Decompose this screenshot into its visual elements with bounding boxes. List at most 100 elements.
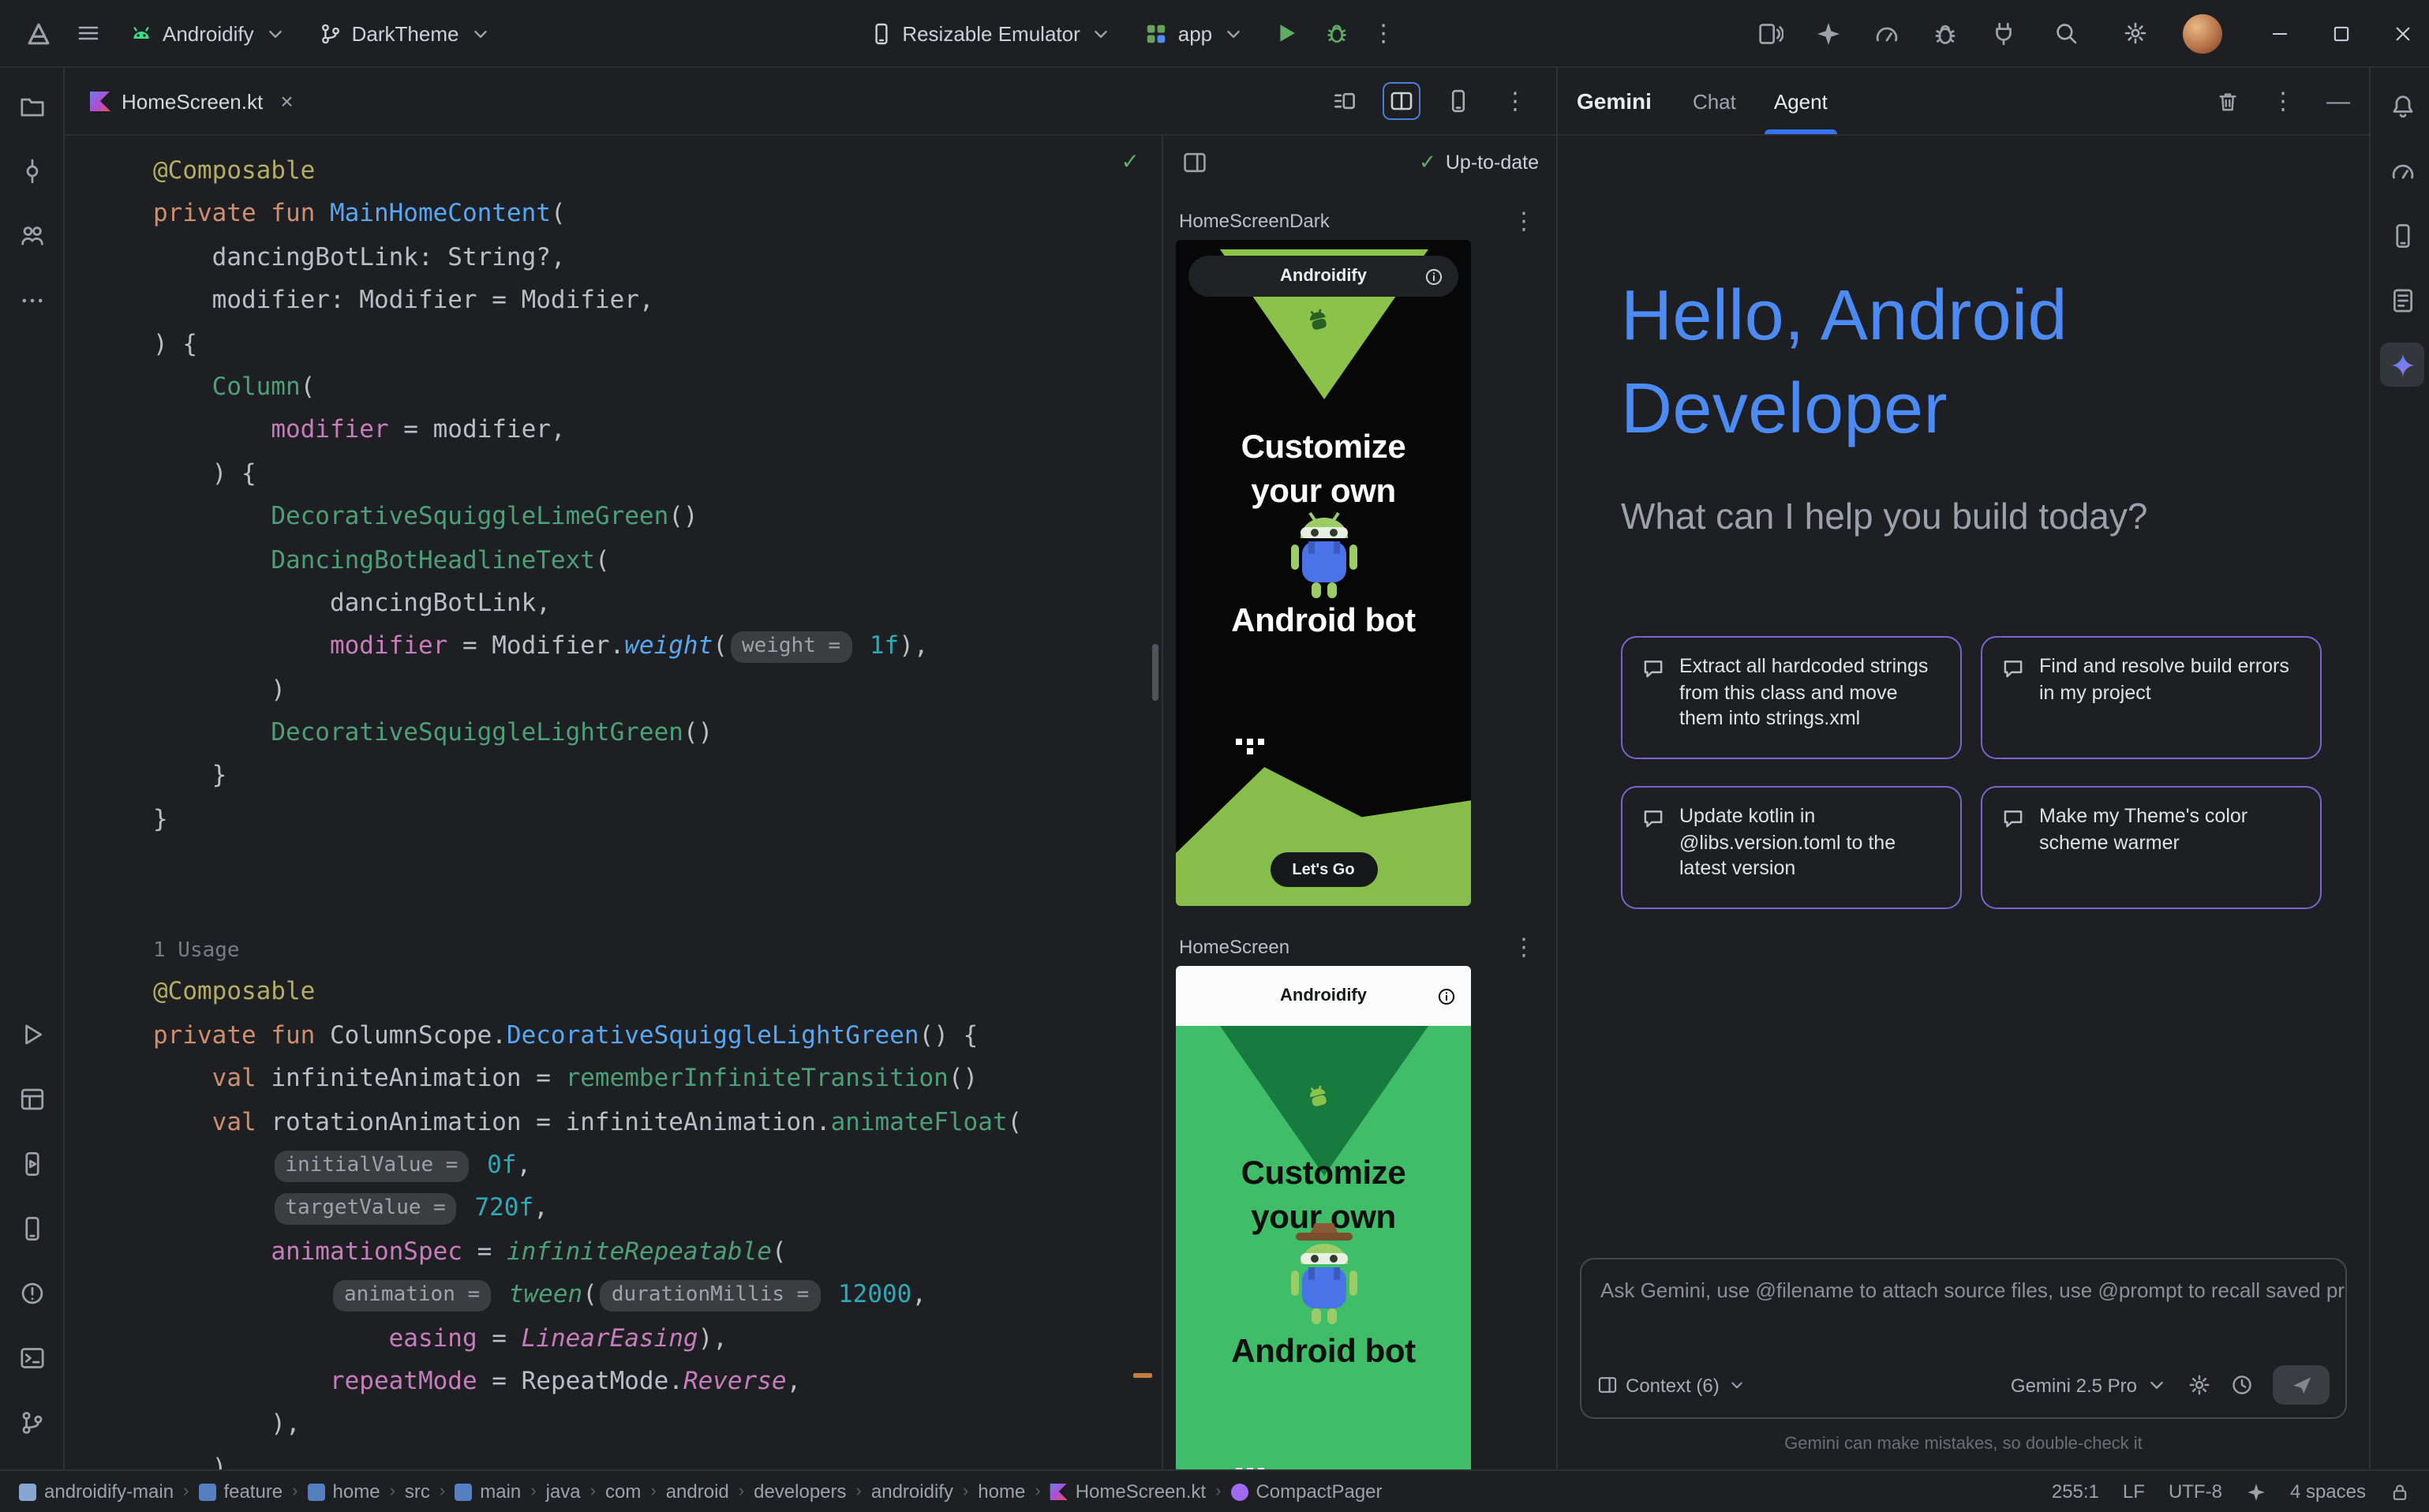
tab-title: HomeScreen.kt: [122, 89, 263, 113]
encoding[interactable]: UTF-8: [2169, 1480, 2222, 1503]
run-config-selector[interactable]: app: [1132, 13, 1258, 53]
commit-icon[interactable]: [9, 148, 54, 193]
build-analyzer-icon[interactable]: [1870, 17, 1902, 49]
line-ending[interactable]: LF: [2123, 1480, 2145, 1503]
history-clock-icon[interactable]: [2230, 1373, 2254, 1397]
maximize-window-icon[interactable]: [2331, 23, 2352, 43]
modified-line-marker: [1133, 1373, 1152, 1378]
more-tool-windows-icon[interactable]: [9, 278, 54, 322]
gemini-more-icon[interactable]: ⋮: [2265, 87, 2301, 115]
debug-button[interactable]: [1315, 11, 1359, 55]
inspections-ok-icon[interactable]: ✓: [1121, 148, 1140, 175]
close-tab-icon[interactable]: ×: [280, 88, 293, 114]
breadcrumb-item[interactable]: HomeScreen.kt: [1050, 1480, 1206, 1503]
run-icon[interactable]: [9, 1012, 54, 1056]
caret-position[interactable]: 255:1: [2052, 1480, 2099, 1503]
notifications-icon[interactable]: [2380, 84, 2424, 128]
breadcrumb-item[interactable]: feature: [198, 1480, 283, 1503]
branch-selector[interactable]: DarkTheme: [306, 13, 505, 53]
search-icon[interactable]: [2044, 11, 2088, 55]
suggestion-card-theme[interactable]: Make my Theme's color scheme warmer: [1981, 786, 2322, 909]
breadcrumb-item[interactable]: home: [308, 1480, 380, 1503]
suggestion-card-update-kotlin[interactable]: Update kotlin in @libs.version.toml to t…: [1621, 786, 1962, 909]
plugins-icon[interactable]: [1987, 17, 2019, 49]
device-selector[interactable]: Resizable Emulator: [856, 13, 1125, 53]
gemini-disclaimer: Gemini can make mistakes, so double-chec…: [1558, 1419, 2369, 1469]
breadcrumb-item[interactable]: developers: [754, 1480, 846, 1503]
app-quality-insights-icon[interactable]: [1929, 17, 1960, 49]
tab-agent[interactable]: Agent: [1774, 68, 1828, 134]
gemini-icon[interactable]: [2380, 342, 2424, 387]
code-line: }: [153, 799, 1162, 842]
breadcrumb-item[interactable]: home: [978, 1480, 1025, 1503]
breadcrumb-item[interactable]: androidify-main: [19, 1480, 174, 1503]
editor-scrollbar[interactable]: [1152, 644, 1158, 701]
breadcrumb-item[interactable]: com: [605, 1480, 641, 1503]
device-manager-icon[interactable]: [9, 1206, 54, 1250]
model-selector[interactable]: Gemini 2.5 Pro: [2011, 1373, 2169, 1397]
pull-requests-icon[interactable]: [9, 213, 54, 257]
breadcrumb-separator: ›: [856, 1482, 862, 1501]
readonly-lock-icon[interactable]: [2390, 1481, 2410, 1502]
device-mirroring-icon[interactable]: [1753, 17, 1785, 49]
user-avatar[interactable]: [2183, 13, 2222, 53]
preview-menu-icon[interactable]: ⋮: [1506, 933, 1542, 961]
gemini-hero: Hello, Android Developer: [1621, 268, 2306, 455]
code-line: DecorativeSquiggleLimeGreen(): [153, 496, 1162, 539]
logcat-icon[interactable]: [2380, 278, 2424, 322]
gemini-settings-icon[interactable]: [2188, 1373, 2211, 1397]
suggestion-card-strings[interactable]: Extract all hardcoded strings from this …: [1621, 636, 1962, 759]
gemini-prompt-input[interactable]: Ask Gemini, use @filename to attach sour…: [1580, 1258, 2347, 1419]
preview-headline: Android bot: [1176, 601, 1471, 642]
breadcrumb-item[interactable]: java: [546, 1480, 581, 1503]
preview-layout-icon[interactable]: [1182, 150, 1207, 175]
code-area[interactable]: @Composableprivate fun MainHomeContent( …: [65, 136, 1162, 1469]
project-selector[interactable]: Androidify: [117, 13, 300, 53]
device-manager-icon[interactable]: [2380, 213, 2424, 257]
compose-preview-homescreendark[interactable]: Androidify Customize your own: [1176, 240, 1471, 906]
context-icon: [1597, 1375, 1618, 1395]
indent-size[interactable]: 4 spaces: [2290, 1480, 2366, 1503]
tab-chat[interactable]: Chat: [1693, 68, 1736, 134]
breadcrumb-item[interactable]: src: [405, 1480, 430, 1503]
more-actions-icon[interactable]: ⋮: [1365, 19, 1402, 47]
running-devices-icon[interactable]: [9, 1141, 54, 1185]
main-menu-icon[interactable]: [66, 11, 110, 55]
breadcrumb-item[interactable]: CompactPager: [1230, 1480, 1382, 1503]
breadcrumb-item[interactable]: android: [666, 1480, 729, 1503]
breadcrumb-label: src: [405, 1480, 430, 1503]
chat-bubble-icon: [1641, 657, 1665, 680]
breadcrumb-item[interactable]: main: [455, 1480, 521, 1503]
compose-preview-homescreen[interactable]: Androidify Customize your own: [1176, 966, 1471, 1469]
lets-go-button[interactable]: Let's Go: [1270, 852, 1377, 887]
context-chip[interactable]: Context (6): [1597, 1374, 1748, 1396]
gemini-features-icon[interactable]: [1812, 17, 1843, 49]
problems-icon[interactable]: [9, 1271, 54, 1315]
minimize-window-icon[interactable]: [2270, 23, 2290, 43]
send-button[interactable]: [2273, 1365, 2330, 1405]
build-icon[interactable]: [9, 1076, 54, 1121]
run-button[interactable]: [1264, 11, 1308, 55]
preview-headline: Customize: [1176, 1154, 1471, 1195]
info-icon: [1424, 266, 1444, 286]
ai-spark-icon[interactable]: [2246, 1481, 2266, 1502]
code-view-icon[interactable]: [1326, 82, 1364, 120]
version-control-icon[interactable]: [9, 1400, 54, 1444]
editor-more-icon[interactable]: ⋮: [1496, 82, 1534, 120]
project-folder-icon[interactable]: [9, 84, 54, 128]
trash-icon[interactable]: [2216, 89, 2240, 113]
profiler-icon[interactable]: [2380, 148, 2424, 193]
breadcrumb-item[interactable]: androidify: [871, 1480, 953, 1503]
suggestion-card-build-errors[interactable]: Find and resolve build errors in my proj…: [1981, 636, 2322, 759]
terminal-icon[interactable]: [9, 1335, 54, 1379]
editor-tab-homescreen[interactable]: HomeScreen.kt ×: [65, 68, 313, 134]
settings-gear-icon[interactable]: [2113, 11, 2158, 55]
breadcrumb-label: developers: [754, 1480, 846, 1503]
design-view-icon[interactable]: [1439, 82, 1477, 120]
split-view-icon[interactable]: [1383, 82, 1420, 120]
breadcrumb-label: com: [605, 1480, 641, 1503]
close-window-icon[interactable]: [2393, 23, 2413, 43]
hide-panel-icon[interactable]: —: [2326, 88, 2350, 114]
preview-menu-icon[interactable]: ⋮: [1506, 207, 1542, 235]
code-editor[interactable]: @Composableprivate fun MainHomeContent( …: [65, 136, 1162, 1469]
